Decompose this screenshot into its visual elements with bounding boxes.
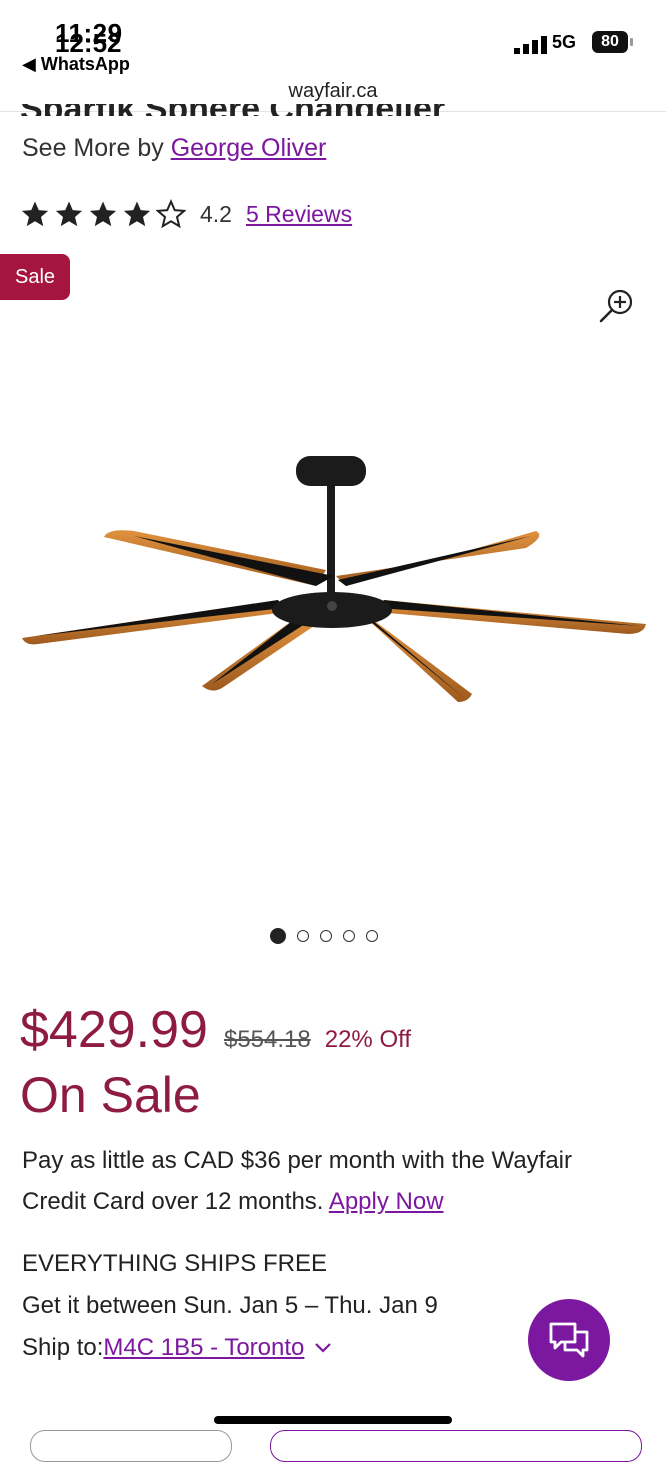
arm-left-lower bbox=[22, 600, 286, 645]
star-icon bbox=[21, 201, 49, 227]
battery-icon: 80 bbox=[592, 31, 628, 53]
carousel-dot-3[interactable] bbox=[320, 930, 332, 942]
carousel-dot-5[interactable] bbox=[366, 930, 378, 942]
credit-offer: Pay as little as CAD $36 per month with … bbox=[22, 1140, 642, 1222]
star-icon bbox=[123, 201, 151, 227]
product-title: Spartik Sphere Chandelier bbox=[20, 104, 445, 116]
original-price: $554.18 bbox=[223, 1026, 311, 1053]
current-price: $429.99 bbox=[20, 1001, 208, 1059]
star-icon bbox=[55, 201, 83, 227]
address-bar[interactable]: wayfair.ca bbox=[0, 80, 666, 103]
chat-button[interactable] bbox=[528, 1299, 610, 1381]
signal-icon bbox=[514, 36, 547, 54]
quantity-selector[interactable] bbox=[30, 1430, 232, 1462]
status-bar: 11:29 12:52 ◀ WhatsApp 5G 80 bbox=[0, 0, 666, 82]
on-sale-label: On Sale bbox=[20, 1067, 201, 1123]
rating-row: 4.2 5 Reviews bbox=[20, 197, 352, 231]
sale-badge: Sale bbox=[0, 254, 70, 300]
brand-link[interactable]: George Oliver bbox=[171, 134, 327, 162]
back-to-app-link[interactable]: ◀ WhatsApp bbox=[22, 54, 130, 75]
magnify-plus-icon[interactable] bbox=[598, 286, 638, 326]
star-icon bbox=[89, 201, 117, 227]
star-outline-icon bbox=[156, 199, 186, 229]
carousel-dots bbox=[270, 928, 378, 944]
discount-label: 22% Off bbox=[324, 1026, 412, 1053]
arm-right-bottom bbox=[366, 618, 472, 702]
arm-right-upper bbox=[336, 531, 540, 586]
price-row: $429.99 $554.18 22% Off bbox=[20, 1000, 411, 1060]
carousel-dot-2[interactable] bbox=[297, 930, 309, 942]
network-label: 5G bbox=[552, 32, 577, 52]
see-more-prefix: See More by bbox=[22, 134, 171, 162]
ship-to-row: Ship to: M4C 1B5 - Toronto bbox=[22, 1334, 332, 1362]
battery-tip bbox=[630, 38, 633, 46]
ships-free-label: EVERYTHING SHIPS FREE bbox=[22, 1250, 327, 1277]
see-more-by: See More by George Oliver bbox=[22, 134, 326, 163]
arm-left-upper bbox=[104, 530, 334, 586]
rating-value: 4.2 bbox=[200, 200, 232, 227]
carousel-dot-4[interactable] bbox=[343, 930, 355, 942]
arm-right-lower bbox=[376, 600, 646, 634]
product-image[interactable] bbox=[16, 440, 650, 720]
arm-left-bottom bbox=[202, 618, 314, 691]
chevron-down-icon[interactable] bbox=[314, 1342, 332, 1354]
carousel-dot-1[interactable] bbox=[270, 928, 286, 944]
credit-text: Pay as little as CAD $36 per month with … bbox=[22, 1147, 573, 1215]
add-to-cart-button[interactable] bbox=[270, 1430, 642, 1462]
apply-now-link[interactable]: Apply Now bbox=[329, 1188, 444, 1215]
ship-to-label: Ship to: bbox=[22, 1334, 104, 1361]
chat-icon bbox=[549, 1322, 589, 1358]
ship-location-link[interactable]: M4C 1B5 - Toronto bbox=[103, 1334, 304, 1362]
home-indicator bbox=[214, 1416, 452, 1424]
reviews-link[interactable]: 5 Reviews bbox=[246, 201, 352, 228]
delivery-estimate: Get it between Sun. Jan 5 – Thu. Jan 9 bbox=[22, 1292, 438, 1319]
